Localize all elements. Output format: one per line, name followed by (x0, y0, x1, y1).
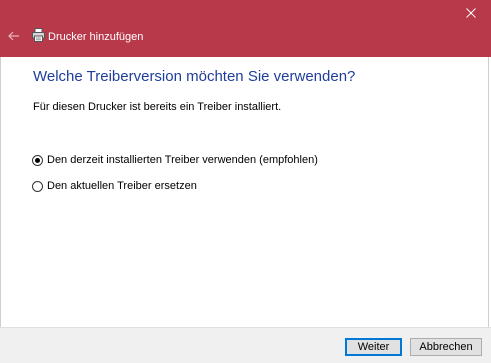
radio-label: Den aktuellen Treiber ersetzen (47, 180, 197, 192)
close-button[interactable] (457, 2, 485, 24)
window-title: Drucker hinzufügen (48, 31, 144, 43)
info-text: Für diesen Drucker ist bereits ein Treib… (33, 101, 282, 113)
radio-label: Den derzeit installierten Treiber verwen… (47, 154, 318, 166)
radio-option-use-installed[interactable]: Den derzeit installierten Treiber verwen… (32, 153, 318, 167)
radio-option-replace[interactable]: Den aktuellen Treiber ersetzen (32, 179, 197, 193)
back-button[interactable] (6, 30, 22, 42)
cancel-button[interactable]: Abbrechen (410, 338, 482, 356)
back-arrow-icon (8, 31, 19, 41)
title-bar: Drucker hinzufügen (0, 0, 491, 57)
radio-button-unchecked[interactable] (32, 180, 43, 192)
page-heading: Welche Treiberversion möchten Sie verwen… (33, 68, 356, 85)
radio-button-checked[interactable] (32, 154, 43, 166)
printer-icon (32, 28, 45, 42)
next-button[interactable]: Weiter (345, 338, 402, 356)
add-printer-dialog: Drucker hinzufügen Welche Treiberversion… (0, 0, 491, 363)
close-icon (466, 8, 476, 18)
